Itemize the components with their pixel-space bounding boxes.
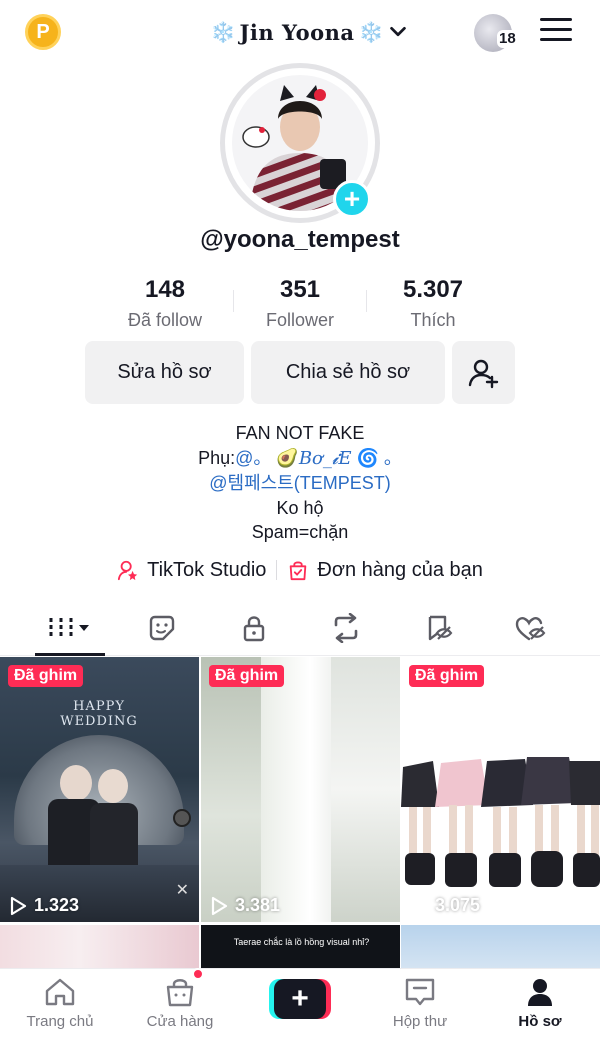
- video-thumbnail[interactable]: Taerae chắc là lồ hồng visual nhỉ?: [201, 925, 400, 969]
- view-count: 3.075: [409, 895, 480, 916]
- stat-following[interactable]: 148 Đã follow: [95, 276, 235, 331]
- divider: [276, 560, 278, 580]
- nav-profile[interactable]: Hồ sơ: [480, 977, 600, 1030]
- thumbnail-caption: Taerae chắc là lồ hồng visual nhỉ?: [233, 937, 370, 947]
- menu-icon[interactable]: [540, 18, 572, 46]
- coin-icon[interactable]: P: [25, 14, 61, 50]
- swirl-emoji: 🌀: [356, 447, 379, 468]
- bio-line: Spam=chặn: [251, 522, 349, 542]
- bio: FAN NOT FAKE Phụ:@。 🥑Bơ_𝓲𝐸 🌀 。 @템페스트(TEM…: [0, 421, 600, 545]
- stat-label: Đã follow: [127, 310, 203, 330]
- shopping-bag-icon: [290, 561, 307, 581]
- nav-home[interactable]: Trang chủ: [0, 977, 120, 1030]
- play-icon: [211, 896, 228, 915]
- video-thumbnail[interactable]: [401, 925, 600, 969]
- video-thumbnail[interactable]: [0, 925, 199, 969]
- video-grid: HAPPY WEDDING Đã ghim ✕ 1.323 Đã ghim 3.…: [0, 657, 600, 969]
- profile-icon: [528, 979, 552, 1006]
- friends-count-badge: 18: [497, 30, 518, 48]
- inbox-icon: [405, 978, 435, 1006]
- top-bar: P ❄️ Jin Yoona ❄️ 18: [0, 0, 600, 64]
- stat-followers[interactable]: 351 Follower: [230, 276, 370, 331]
- view-count-text: 1.323: [34, 895, 80, 915]
- chevron-down-icon: [390, 26, 407, 37]
- account-switcher[interactable]: ❄️ Jin Yoona ❄️: [200, 16, 420, 48]
- home-icon: [45, 978, 75, 1006]
- bio-text: Phụ:: [198, 447, 236, 468]
- nav-label: Hộp thư: [392, 1013, 448, 1030]
- heart-hidden-icon: [515, 617, 546, 641]
- bio-text: 。: [383, 447, 402, 468]
- share-profile-button[interactable]: Chia sẻ hồ sơ: [251, 341, 445, 404]
- pinned-badge: Đã ghim: [8, 665, 84, 687]
- tab-reposts[interactable]: [296, 600, 396, 656]
- sticker-icon: [149, 615, 175, 641]
- thumbnail-caption: HAPPY WEDDING: [60, 699, 138, 729]
- nav-label: Hồ sơ: [518, 1013, 562, 1030]
- nav-label: Trang chủ: [26, 1013, 94, 1030]
- snowflake-icon: ❄️: [358, 21, 384, 44]
- video-thumbnail[interactable]: Đã ghim 3.381: [201, 657, 400, 922]
- tab-videos[interactable]: [20, 600, 120, 656]
- profile-stats: 148 Đã follow 351 Follower 5.307 Thích: [0, 276, 600, 336]
- shop-bag-icon: [166, 979, 194, 1007]
- active-tab-indicator: [35, 653, 105, 656]
- profile-links: TikTok Studio Đơn hàng của bạn: [0, 555, 600, 585]
- stat-label: Thích: [410, 310, 456, 330]
- add-friend-button[interactable]: [452, 341, 515, 404]
- tab-favorites[interactable]: [388, 600, 488, 656]
- bio-mention[interactable]: @。: [235, 448, 271, 468]
- grid-icon: [49, 618, 89, 638]
- link-label: Đơn hàng của bạn: [317, 558, 483, 581]
- tab-stickers[interactable]: [112, 600, 212, 656]
- repost-icon: [334, 613, 358, 643]
- pinned-badge: Đã ghim: [409, 665, 485, 687]
- bio-mention[interactable]: @템페스트(TEMPEST): [0, 471, 600, 496]
- play-icon: [10, 896, 27, 915]
- video-thumbnail[interactable]: Đã ghim 3.075: [401, 657, 600, 922]
- nav-shop[interactable]: Cửa hàng: [120, 977, 240, 1030]
- add-avatar-button[interactable]: +: [333, 180, 371, 218]
- stat-value: 351: [279, 276, 321, 303]
- creator-icon: [118, 560, 138, 581]
- snowflake-icon: ❄️: [210, 21, 236, 44]
- stat-label: Follower: [265, 310, 335, 330]
- stat-value: 5.307: [402, 276, 464, 303]
- record-icon: [173, 809, 191, 827]
- edit-profile-button[interactable]: Sửa hồ sơ: [85, 341, 244, 404]
- stat-value: 148: [144, 276, 186, 303]
- view-count: 3.381: [209, 895, 280, 916]
- view-count-text: 3.381: [235, 895, 281, 915]
- video-thumbnail[interactable]: HAPPY WEDDING Đã ghim ✕ 1.323: [0, 657, 199, 922]
- lock-icon: [243, 616, 265, 642]
- notification-dot: [192, 968, 204, 980]
- nav-inbox[interactable]: Hộp thư: [360, 977, 480, 1030]
- bio-line: FAN NOT FAKE: [235, 423, 365, 443]
- tab-liked[interactable]: [480, 600, 580, 656]
- create-button[interactable]: +: [269, 979, 331, 1019]
- avocado-emoji: 🥑: [276, 447, 299, 468]
- content-tabs: [0, 600, 600, 656]
- view-count-text: 3.075: [435, 895, 481, 915]
- close-icon[interactable]: ✕: [176, 880, 189, 900]
- bookmark-hidden-icon: [428, 615, 453, 641]
- bio-mention[interactable]: Bơ_𝓲𝐸: [299, 448, 352, 469]
- bio-line: Phụ:@。 🥑Bơ_𝓲𝐸 🌀 。: [0, 446, 600, 472]
- tiktok-studio-link[interactable]: TikTok Studio: [117, 559, 266, 582]
- plus-icon: +: [274, 979, 326, 1019]
- pinned-badge: Đã ghim: [209, 665, 285, 687]
- nav-label: Cửa hàng: [146, 1013, 214, 1030]
- view-count: 1.323: [8, 895, 79, 916]
- link-label: TikTok Studio: [147, 558, 267, 581]
- skirts-image: [401, 757, 600, 887]
- play-icon: [411, 896, 428, 915]
- tab-private[interactable]: [204, 600, 304, 656]
- bio-line: Ko hộ: [276, 497, 324, 518]
- add-user-icon: [468, 359, 498, 388]
- stat-likes[interactable]: 5.307 Thích: [363, 276, 503, 331]
- account-name: Jin Yoona: [239, 19, 355, 45]
- username: @yoona_tempest: [200, 226, 400, 253]
- profile-actions: Sửa hồ sơ Chia sẻ hồ sơ: [0, 341, 600, 405]
- orders-link[interactable]: Đơn hàng của bạn: [287, 558, 483, 582]
